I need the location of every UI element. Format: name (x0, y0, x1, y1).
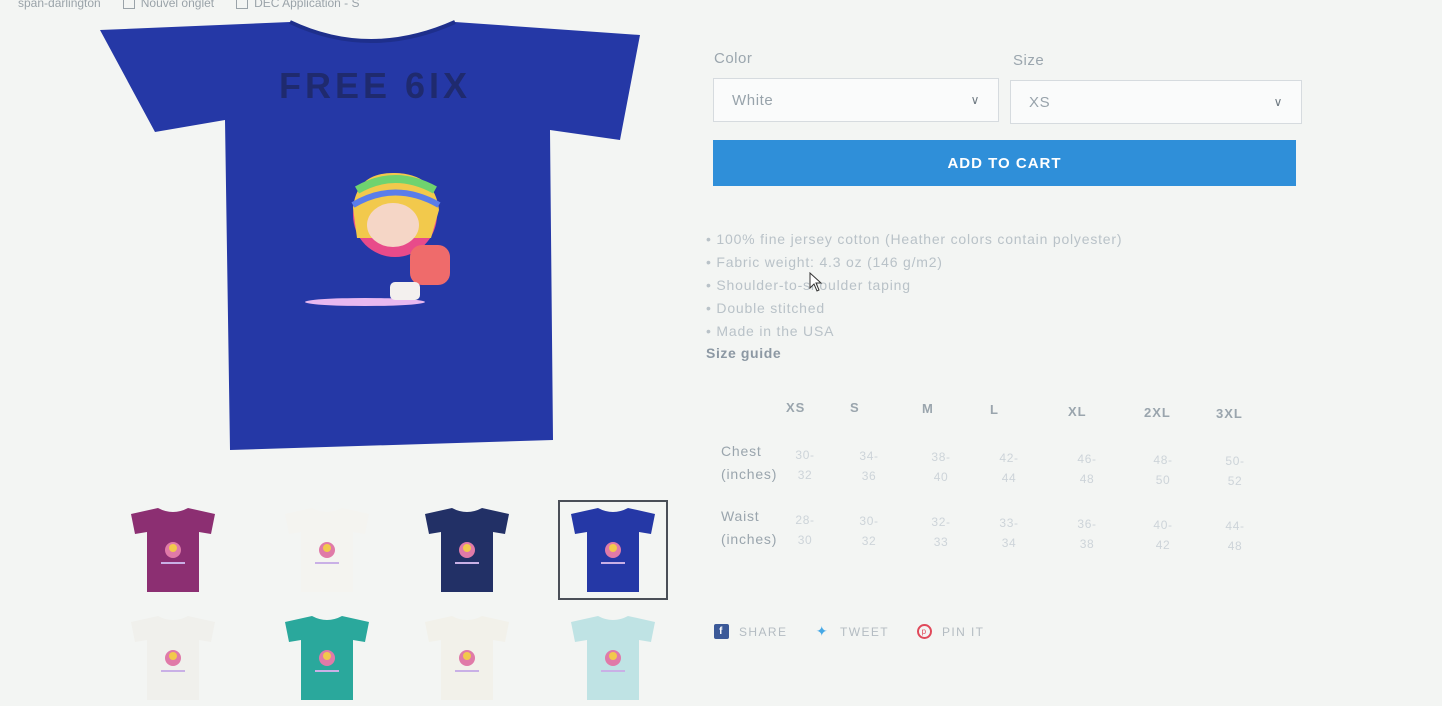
size-row-label: Chest (inches) (721, 443, 778, 482)
size-value: 36- 38 (1077, 517, 1097, 551)
product-features-list: 100% fine jersey cotton (Heather colors … (706, 228, 1122, 343)
product-thumbnail[interactable] (272, 610, 382, 706)
size-select-value: XS (1029, 93, 1051, 111)
size-value: 42- 44 (999, 451, 1019, 485)
pinterest-icon: p (917, 624, 932, 639)
product-thumbnail[interactable] (412, 500, 522, 600)
product-thumbnail[interactable] (558, 610, 668, 706)
mouse-cursor-icon (809, 272, 823, 292)
size-value: 46- 48 (1077, 452, 1097, 486)
color-select-value: White (732, 91, 774, 109)
tweet-label: TWEET (840, 624, 889, 639)
size-label: Size (1013, 52, 1045, 69)
feature-item: Shoulder-to-shoulder taping (706, 274, 1122, 297)
bookmark-label: DEC Application - S (254, 0, 360, 10)
tshirt-thumbnail-image (571, 508, 655, 592)
color-select[interactable]: White ∨ (713, 78, 999, 122)
chevron-down-icon: ∨ (1273, 95, 1283, 109)
feature-item: 100% fine jersey cotton (Heather colors … (706, 228, 1122, 251)
tshirt-thumbnail-image (285, 616, 369, 700)
chevron-down-icon: ∨ (970, 93, 980, 107)
size-value: 48- 50 (1153, 453, 1173, 487)
twitter-icon: ✦ (815, 623, 830, 639)
bookmark-item[interactable]: Nouvel onglet (122, 0, 215, 10)
share-label: SHARE (739, 624, 788, 639)
print-text: FREE 6IX (279, 65, 471, 106)
tshirt-thumbnail-image (131, 508, 215, 592)
tshirt-image: FREE 6IX (100, 20, 640, 450)
facebook-icon: f (714, 624, 729, 639)
size-value: 32- 33 (931, 515, 951, 549)
bookmark-item[interactable]: DEC Application - S (236, 0, 360, 10)
add-to-cart-button[interactable]: ADD TO CART (713, 140, 1296, 186)
tshirt-thumbnail-image (571, 616, 655, 700)
size-value: 30- 32 (795, 448, 815, 482)
color-label: Color (714, 50, 753, 67)
page-icon (236, 0, 249, 9)
size-value: 50- 52 (1225, 454, 1245, 488)
product-thumbnail[interactable] (412, 610, 522, 706)
size-header: 3XL (1216, 406, 1243, 421)
size-header: L (990, 402, 999, 417)
size-header: XL (1068, 404, 1087, 419)
size-select[interactable]: XS ∨ (1010, 80, 1302, 124)
tshirt-thumbnail-image (131, 616, 215, 700)
size-value: 30- 32 (859, 514, 879, 548)
product-thumbnail[interactable] (118, 500, 228, 600)
size-value: 28- 30 (795, 513, 815, 547)
size-header: M (922, 401, 934, 416)
size-value: 44- 48 (1225, 519, 1245, 553)
tshirt-thumbnail-image (425, 508, 509, 592)
size-header: S (850, 400, 860, 415)
page-icon (122, 0, 135, 9)
size-value: 38- 40 (931, 450, 951, 484)
product-thumbnail[interactable] (118, 610, 228, 706)
size-value: 33- 34 (999, 516, 1019, 550)
bookmark-label: span-darlington (18, 0, 101, 10)
share-facebook-link[interactable]: f SHARE (714, 624, 787, 639)
size-value: 40- 42 (1153, 518, 1173, 552)
share-pinterest-link[interactable]: p PIN IT (917, 624, 984, 639)
size-header: 2XL (1144, 405, 1171, 420)
size-row-label: Waist (inches) (721, 508, 778, 547)
tshirt-thumbnail-image (425, 616, 509, 700)
feature-item: Double stitched (706, 297, 1122, 320)
share-twitter-link[interactable]: ✦ TWEET (815, 623, 889, 639)
product-thumbnail[interactable] (558, 500, 668, 600)
size-value: 34- 36 (859, 449, 879, 483)
feature-item: Fabric weight: 4.3 oz (146 g/m2) (706, 251, 1122, 274)
tshirt-thumbnail-image (285, 508, 369, 592)
size-guide-title: Size guide (706, 345, 782, 361)
pin-label: PIN IT (942, 624, 985, 639)
size-header: XS (786, 400, 806, 415)
bookmarks-bar: span-darlington Nouvel onglet DEC Applic… (0, 0, 360, 10)
bookmark-label: Nouvel onglet (140, 0, 215, 10)
feature-item: Made in the USA (706, 320, 1122, 343)
bookmark-item[interactable]: span-darlington (18, 0, 101, 10)
product-thumbnail[interactable] (272, 500, 382, 600)
product-main-image[interactable]: FREE 6IX (95, 20, 645, 455)
